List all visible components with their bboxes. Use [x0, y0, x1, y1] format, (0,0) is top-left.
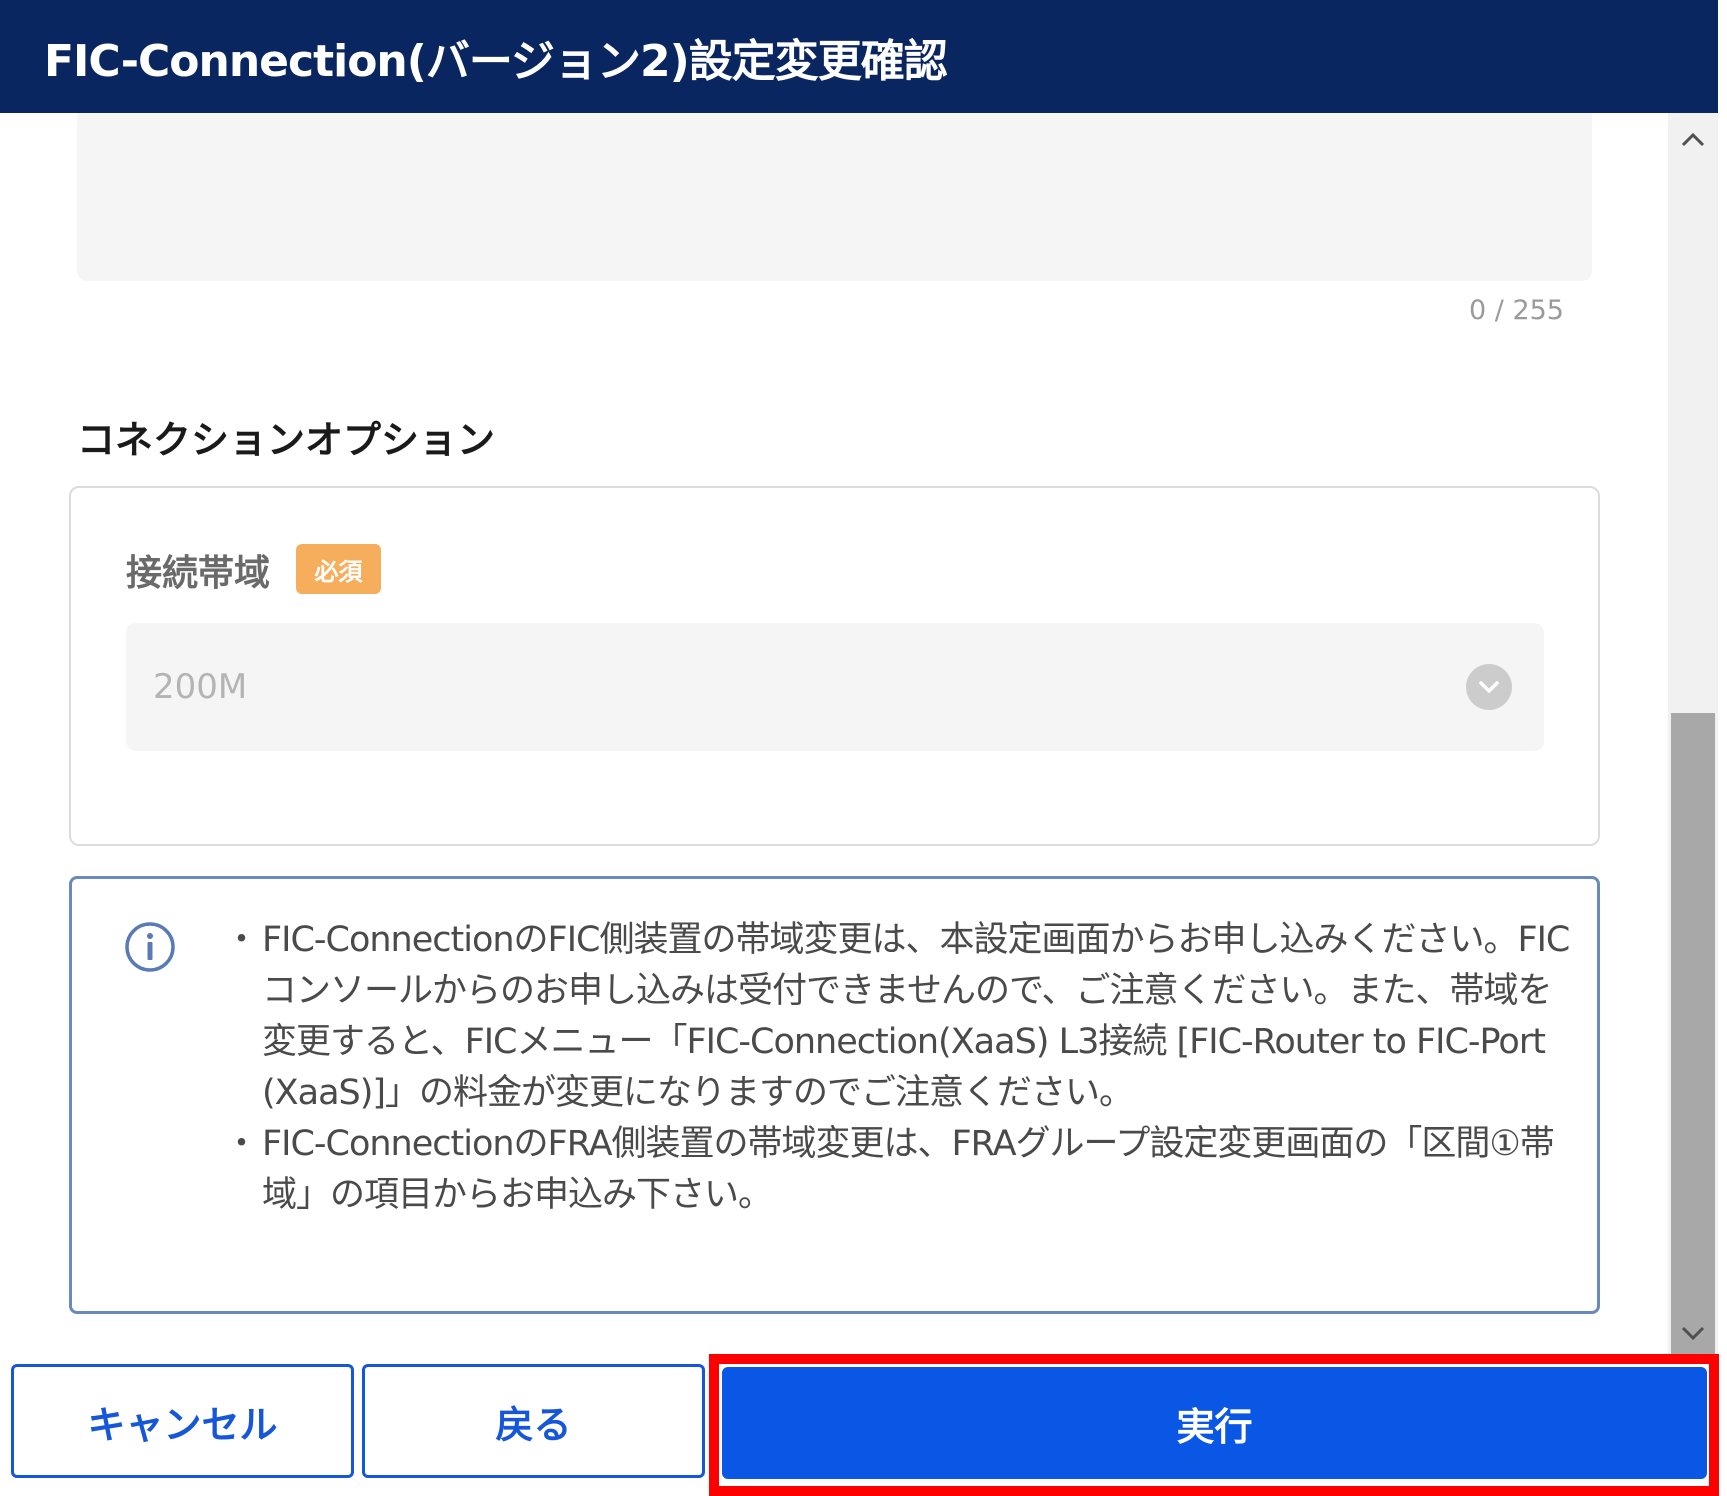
- bandwidth-select-value: 200M: [153, 667, 248, 707]
- connection-option-card: 接続帯域 必須 200M: [69, 486, 1600, 846]
- remarks-textarea[interactable]: [77, 113, 1592, 281]
- cancel-button[interactable]: キャンセル: [11, 1364, 354, 1478]
- bandwidth-select[interactable]: 200M: [126, 623, 1544, 751]
- required-badge: 必須: [296, 544, 381, 594]
- info-icon: [124, 921, 176, 973]
- vertical-scrollbar[interactable]: [1668, 113, 1718, 1431]
- settings-change-confirm-dialog: FIC-Connection(バージョン2)設定変更確認 0 / 255 コネク…: [0, 0, 1727, 1496]
- notice-item: FIC-ConnectionのFRA側装置の帯域変更は、FRAグループ設定変更画…: [224, 1119, 1582, 1221]
- notice-box: FIC-ConnectionのFIC側装置の帯域変更は、本設定画面からお申し込み…: [69, 876, 1600, 1314]
- notice-list: FIC-ConnectionのFIC側装置の帯域変更は、本設定画面からお申し込み…: [224, 915, 1582, 1221]
- execute-button[interactable]: 実行: [722, 1367, 1707, 1479]
- back-button[interactable]: 戻る: [362, 1364, 705, 1478]
- dialog-title: FIC-Connection(バージョン2)設定変更確認: [44, 35, 948, 87]
- dialog-content: 0 / 255 コネクションオプション 接続帯域 必須 200M ・ FIC-C…: [0, 113, 1668, 1358]
- notice-item: FIC-ConnectionのFIC側装置の帯域変更は、本設定画面からお申し込み…: [224, 915, 1582, 1119]
- dialog-footer: キャンセル 戻る 実行: [0, 1354, 1727, 1496]
- header-edge: [1718, 0, 1727, 113]
- scroll-up-arrow-icon[interactable]: [1668, 115, 1718, 165]
- scroll-down-arrow-icon[interactable]: [1668, 1308, 1718, 1358]
- section-title-connection-option: コネクションオプション: [77, 418, 496, 462]
- dialog-header: FIC-Connection(バージョン2)設定変更確認: [0, 0, 1718, 113]
- remarks-char-count: 0 / 255: [1469, 295, 1564, 326]
- chevron-down-icon: [1466, 664, 1512, 710]
- bandwidth-label: 接続帯域: [126, 553, 271, 594]
